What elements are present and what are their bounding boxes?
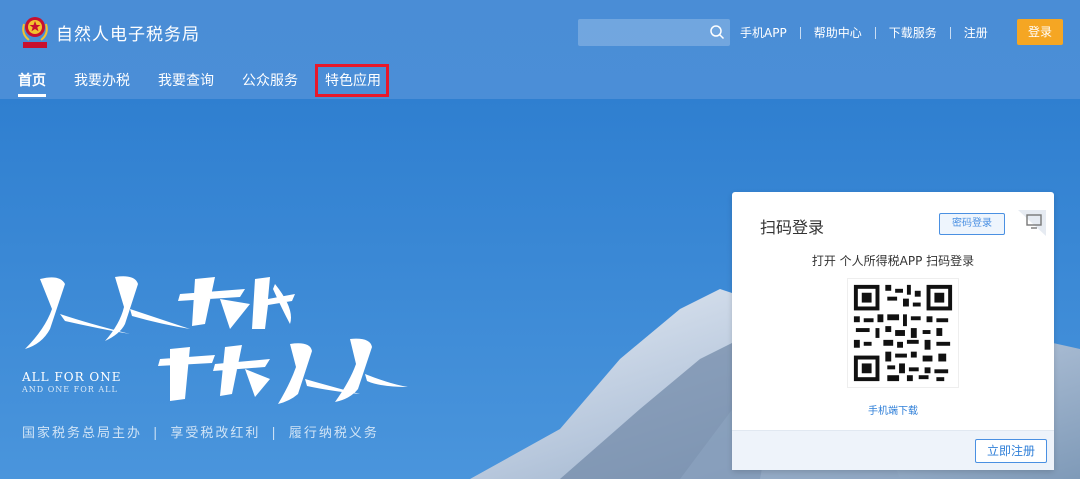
mobile-download-link[interactable]: 手机端下载	[732, 402, 1054, 417]
nav-item-home[interactable]: 首页	[18, 70, 46, 90]
search-input[interactable]	[578, 19, 730, 46]
divider	[874, 26, 876, 39]
divider	[949, 26, 951, 39]
tagline-item: 履行纳税义务	[288, 426, 379, 441]
card-footer: 立即注册	[732, 430, 1054, 470]
english-slogan-line1: ALL FOR ONE	[22, 370, 122, 384]
qr-code-icon	[847, 278, 959, 388]
nav-item-public-service[interactable]: 公众服务	[242, 70, 298, 90]
tagline-item: 享受税改红利	[170, 426, 261, 441]
highlight-annotation-box	[315, 64, 389, 97]
site-title[interactable]: 自然人电子税务局	[56, 20, 200, 45]
nav-item-query[interactable]: 我要查询	[158, 70, 214, 90]
login-button[interactable]: 登录	[1017, 19, 1063, 45]
register-link[interactable]: 注册	[964, 24, 988, 41]
scan-instruction: 打开 个人所得税APP 扫码登录	[811, 254, 975, 268]
password-login-button[interactable]: 密码登录	[939, 213, 1005, 235]
active-nav-indicator	[18, 94, 46, 97]
divider	[799, 26, 801, 39]
card-title: 扫码登录	[760, 218, 825, 237]
tagline: 国家税务总局主办 | 享受税改红利 | 履行纳税义务	[22, 426, 379, 441]
main-nav: 首页 我要办税 我要查询 公众服务 特色应用	[0, 70, 1080, 97]
nav-item-tax-handling[interactable]: 我要办税	[74, 70, 130, 90]
register-now-button[interactable]: 立即注册	[975, 439, 1047, 463]
download-service-link[interactable]: 下载服务	[889, 24, 937, 41]
top-header: 自然人电子税务局 手机APP 帮助中心 下载服务 注册 登录 首页 我要办税 我…	[0, 0, 1080, 99]
english-slogan-line2: AND ONE FOR ALL	[22, 385, 118, 394]
login-card: 扫码登录 密码登录 打开 个人所得税APP 扫码登录 手机端下载 立即注册	[732, 192, 1054, 470]
search-icon[interactable]	[709, 24, 725, 40]
emblem-logo-icon[interactable]	[18, 14, 52, 50]
mobile-app-link[interactable]: 手机APP	[740, 24, 787, 41]
tagline-item: 国家税务总局主办	[22, 426, 143, 441]
pc-monitor-icon[interactable]	[1018, 210, 1046, 236]
help-center-link[interactable]: 帮助中心	[814, 24, 862, 41]
top-links: 手机APP 帮助中心 下载服务 注册	[740, 24, 988, 41]
